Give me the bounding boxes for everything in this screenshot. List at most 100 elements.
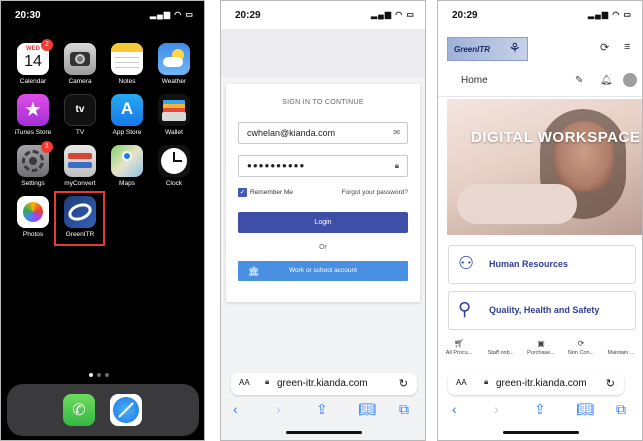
remember-checkbox[interactable]: ✓ xyxy=(238,188,247,197)
app-label: App Store xyxy=(112,129,142,136)
reader-aa-button[interactable]: AA xyxy=(456,378,467,387)
app-wallet[interactable]: Wallet xyxy=(152,94,196,136)
safari-address-bar[interactable]: AA 🔒︎ green-itr.kianda.com ↻ xyxy=(231,373,417,395)
status-indicators: ▂▄▆ ◠ ▭ xyxy=(150,10,194,19)
app-notes[interactable]: Notes xyxy=(105,43,149,85)
status-time: 20:29 xyxy=(452,10,478,21)
convert-icon xyxy=(64,145,96,177)
forward-icon[interactable]: › xyxy=(494,401,499,417)
tile-quality-health-safety[interactable]: ⚲ Quality, Health and Safety xyxy=(448,291,636,330)
lock-icon: 🔒︎ xyxy=(265,377,270,386)
lock-icon: 🔒︎ xyxy=(484,377,489,386)
app-calendar[interactable]: 2 WED 14 Calendar xyxy=(11,39,55,85)
status-indicators: ▂▄▆ ◠ ▭ xyxy=(371,10,415,19)
safari-toolbar: ‹ › ⇪ 📖︎ ⧉ xyxy=(221,398,425,428)
nav-home[interactable]: Home xyxy=(461,75,488,86)
email-field[interactable]: cwhelan@kianda.com ✉ xyxy=(238,122,408,144)
photos-icon xyxy=(17,196,49,228)
page-dots xyxy=(89,364,113,382)
app-camera[interactable]: Camera xyxy=(58,43,102,85)
quick-link[interactable]: ​ Maintain ... xyxy=(598,339,642,356)
refresh-icon[interactable]: ⟳ xyxy=(600,41,609,54)
quick-link-label: All Procu... xyxy=(445,350,473,356)
logo-text: GreenITR xyxy=(454,45,491,54)
safari-address-bar[interactable]: AA 🔒︎ green-itr.kianda.com ↻ xyxy=(448,373,624,395)
share-icon[interactable]: ⇪ xyxy=(534,401,546,418)
status-bar: 20:30 ▂▄▆ ◠ ▭ xyxy=(1,1,204,29)
password-field[interactable]: ●●●●●●●●●● 🔒︎ xyxy=(238,155,408,177)
app-clock[interactable]: Clock xyxy=(152,145,196,187)
app-weather[interactable]: Weather xyxy=(152,43,196,85)
remember-me[interactable]: ✓ Remember Me xyxy=(238,188,293,197)
work-account-label: Work or school account xyxy=(289,267,357,274)
back-icon[interactable]: ‹ xyxy=(452,401,457,417)
quick-link-label: Maintain ... xyxy=(607,350,635,356)
status-bar: 20:29 ▂▄▆ ◠ ▭ xyxy=(438,1,642,29)
app-label: iTunes Store xyxy=(14,129,52,136)
phone-signin-screen: 20:29 ▂▄▆ ◠ ▭ SIGN IN TO CONTINUE cwhela… xyxy=(220,0,426,441)
avatar[interactable] xyxy=(623,73,637,87)
app-label: Weather xyxy=(161,78,187,85)
app-app-store[interactable]: A App Store xyxy=(105,94,149,136)
tabs-icon[interactable]: ⧉ xyxy=(399,401,409,418)
app-label: myConvert xyxy=(64,180,96,187)
edit-icon[interactable]: ✎ xyxy=(575,75,583,86)
app-itunes-store[interactable]: ★ iTunes Store xyxy=(11,94,55,136)
phone-icon[interactable]: ✆ xyxy=(63,394,95,426)
status-indicators: ▂▄▆ ◠ ▭ xyxy=(588,10,632,19)
status-time: 20:29 xyxy=(235,10,261,21)
app-myconvert[interactable]: myConvert xyxy=(58,145,102,187)
quick-link[interactable]: 🛒︎ All Procu... xyxy=(438,339,482,356)
people-icon: ⚇ xyxy=(458,253,475,273)
app-label: Camera xyxy=(68,78,92,85)
share-icon[interactable]: ⇪ xyxy=(316,401,328,418)
app-maps[interactable]: Maps xyxy=(105,145,149,187)
dock: ✆ xyxy=(7,384,199,436)
app-tv[interactable]: tv TV xyxy=(58,94,102,136)
quick-link-label: Non Con... xyxy=(567,350,595,356)
tile-human-resources[interactable]: ⚇ Human Resources xyxy=(448,245,636,284)
app-label: Notes xyxy=(118,78,136,85)
maps-icon xyxy=(111,145,143,177)
greenitr-logo[interactable]: GreenITR ⚘ xyxy=(447,37,528,61)
login-button[interactable]: Login xyxy=(238,212,408,233)
bookmarks-icon[interactable]: 📖︎ xyxy=(576,401,594,418)
page-dot xyxy=(97,373,101,377)
page-header-band xyxy=(221,29,425,77)
page-dot xyxy=(105,373,109,377)
blank-icon: ​ xyxy=(598,339,642,348)
or-divider: Or xyxy=(319,244,327,251)
reader-aa-button[interactable]: AA xyxy=(239,378,250,387)
page-dot-active xyxy=(89,373,93,377)
reload-icon[interactable]: ↻ xyxy=(399,377,408,390)
calendar-date: 14 xyxy=(24,53,42,70)
app-photos[interactable]: Photos xyxy=(11,196,55,238)
tabs-icon[interactable]: ⧉ xyxy=(616,401,626,418)
home-indicator xyxy=(286,431,362,434)
url-text: green-itr.kianda.com xyxy=(277,378,368,389)
safari-icon[interactable] xyxy=(110,394,142,426)
bookmarks-icon[interactable]: 📖︎ xyxy=(358,401,376,418)
settings-badge: 1 xyxy=(41,141,53,153)
tile-label: Quality, Health and Safety xyxy=(489,305,600,315)
app-label: Clock xyxy=(165,180,183,187)
app-label: Photos xyxy=(22,231,44,238)
forgot-password-link[interactable]: Forgot your password? xyxy=(342,189,408,196)
menu-icon[interactable]: ≡ xyxy=(624,41,630,53)
cart-icon: 🛒︎ xyxy=(453,339,465,348)
signin-card: SIGN IN TO CONTINUE cwhelan@kianda.com ✉… xyxy=(226,84,420,302)
lock-icon: 🔒︎ xyxy=(394,161,400,170)
forward-icon[interactable]: › xyxy=(276,401,281,417)
home-indicator xyxy=(503,431,579,434)
status-time: 20:30 xyxy=(15,10,41,21)
app-settings[interactable]: 1 Settings xyxy=(11,141,55,187)
reload-icon[interactable]: ↻ xyxy=(606,377,615,390)
bell-icon[interactable]: 🔔︎ xyxy=(600,75,613,86)
camera-icon xyxy=(64,43,96,75)
calendar-badge: 2 xyxy=(41,39,53,51)
work-account-button[interactable]: 🏛︎ Work or school account xyxy=(238,261,408,281)
back-icon[interactable]: ‹ xyxy=(233,401,238,417)
app-label: Calendar xyxy=(19,78,47,85)
wind-turbine-icon: ⚘ xyxy=(508,40,521,56)
quick-links-bar: 🛒︎All Procu... ​Staff onb... ▣Purchase..… xyxy=(438,336,642,364)
